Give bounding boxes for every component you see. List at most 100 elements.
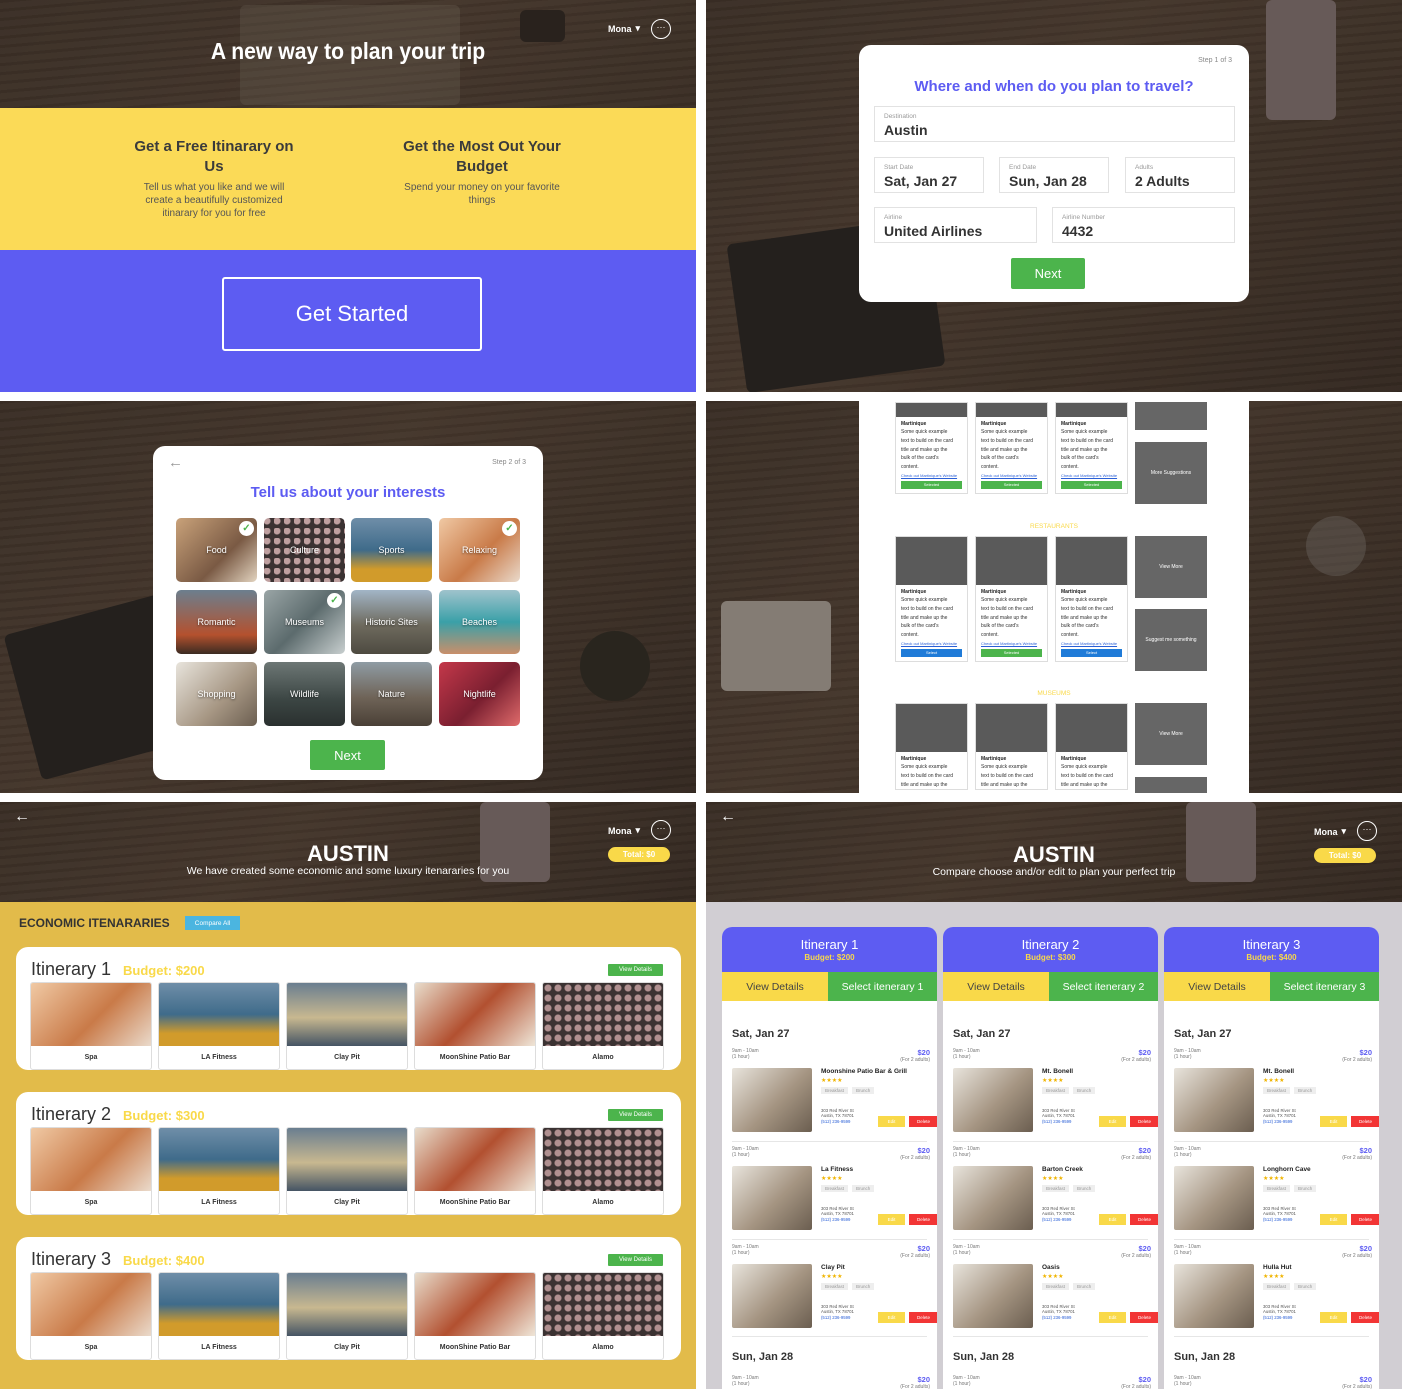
- delete-button[interactable]: Delete: [1351, 1312, 1379, 1323]
- delete-button[interactable]: Delete: [909, 1214, 937, 1225]
- delete-button[interactable]: Delete: [1130, 1312, 1158, 1323]
- tag: Brunch: [1294, 1283, 1317, 1290]
- place-card-clay-pit[interactable]: Clay Pit: [286, 1272, 408, 1360]
- view-details-button[interactable]: View Details: [1164, 972, 1270, 1001]
- selected-button[interactable]: Selected: [981, 480, 1042, 489]
- end-date-field[interactable]: End Date Sun, Jan 28: [999, 157, 1109, 193]
- adults-field[interactable]: Adults 2 Adults: [1125, 157, 1235, 193]
- check-icon: ✓: [239, 521, 254, 536]
- place-card-moonshine[interactable]: MoonShine Patio Bar: [414, 1127, 536, 1215]
- interest-tile-culture[interactable]: Culture: [264, 518, 345, 582]
- delete-button[interactable]: Delete: [1351, 1214, 1379, 1225]
- edit-button[interactable]: Edit: [1099, 1214, 1126, 1225]
- suggestion-website-link[interactable]: Check out Martinique's Website: [1056, 640, 1127, 647]
- chat-icon[interactable]: ···: [651, 820, 671, 840]
- delete-button[interactable]: Delete: [1130, 1116, 1158, 1127]
- interest-tile-sports[interactable]: Sports: [351, 518, 432, 582]
- suggest-me-something-button[interactable]: Suggest me something: [1135, 609, 1207, 671]
- view-more-button[interactable]: View More: [1135, 536, 1207, 598]
- selected-button[interactable]: Selected: [1061, 480, 1122, 489]
- edit-button[interactable]: Edit: [1099, 1116, 1126, 1127]
- user-menu[interactable]: Mona ▾: [608, 825, 640, 836]
- suggestion-card: Martinique Some quick example text to bui…: [895, 703, 968, 791]
- back-arrow-icon[interactable]: ←: [720, 808, 736, 826]
- interest-tile-shopping[interactable]: Shopping: [176, 662, 257, 726]
- airline-field[interactable]: Airline United Airlines: [874, 207, 1037, 243]
- interest-tile-museums[interactable]: Museums ✓: [264, 590, 345, 654]
- suggestion-website-link[interactable]: Check out Martinique's Website: [1056, 472, 1127, 479]
- view-more-button[interactable]: View More: [1135, 703, 1207, 765]
- field-value: 2 Adults: [1135, 173, 1190, 189]
- interest-tile-relaxing[interactable]: Relaxing ✓: [439, 518, 520, 582]
- edit-button[interactable]: Edit: [878, 1214, 905, 1225]
- start-date-field[interactable]: Start Date Sat, Jan 27: [874, 157, 984, 193]
- interest-tile-historic-sites[interactable]: Historic Sites: [351, 590, 432, 654]
- select-button[interactable]: Select: [1061, 648, 1122, 657]
- place-card-spa[interactable]: Spa: [30, 1272, 152, 1360]
- place-card-clay-pit[interactable]: Clay Pit: [286, 982, 408, 1070]
- place-card-moonshine[interactable]: MoonShine Patio Bar: [414, 1272, 536, 1360]
- suggestion-website-link[interactable]: Check out Martinique's Website: [976, 640, 1047, 647]
- place-card-la-fitness[interactable]: LA Fitness: [158, 1127, 280, 1215]
- user-menu[interactable]: Mona ▾: [1314, 826, 1346, 837]
- rating-stars: ★★★★: [1263, 1078, 1285, 1084]
- destination-field[interactable]: Destination Austin: [874, 106, 1235, 142]
- more-suggestions-button[interactable]: More Suggestions: [1135, 442, 1207, 504]
- suggestion-website-link[interactable]: Check out Martinique's Website: [896, 472, 967, 479]
- edit-button[interactable]: Edit: [1320, 1214, 1347, 1225]
- select-button[interactable]: Select: [901, 648, 962, 657]
- column-header: Itinerary 3 Budget: $400: [1164, 927, 1379, 972]
- view-details-button[interactable]: View Details: [943, 972, 1049, 1001]
- delete-button[interactable]: Delete: [909, 1312, 937, 1323]
- place-card-alamo[interactable]: Alamo: [542, 1127, 664, 1215]
- select-itinerary-button[interactable]: Select itenerary 2: [1049, 972, 1158, 1001]
- place-card-alamo[interactable]: Alamo: [542, 1272, 664, 1360]
- edit-button[interactable]: Edit: [1320, 1312, 1347, 1323]
- interest-tile-romantic[interactable]: Romantic: [176, 590, 257, 654]
- compare-all-button[interactable]: Compare All: [185, 916, 240, 930]
- back-arrow-icon[interactable]: ←: [14, 808, 30, 826]
- chat-icon[interactable]: ···: [1357, 821, 1377, 841]
- place-card-alamo[interactable]: Alamo: [542, 982, 664, 1070]
- back-arrow-icon[interactable]: ←: [168, 454, 183, 471]
- edit-button[interactable]: Edit: [878, 1116, 905, 1127]
- view-details-button[interactable]: View Details: [608, 1254, 663, 1266]
- delete-button[interactable]: Delete: [909, 1116, 937, 1127]
- interest-tile-wildlife[interactable]: Wildlife: [264, 662, 345, 726]
- place-card-la-fitness[interactable]: LA Fitness: [158, 982, 280, 1070]
- interest-tile-food[interactable]: Food ✓: [176, 518, 257, 582]
- edit-button[interactable]: Edit: [1099, 1312, 1126, 1323]
- edit-button[interactable]: Edit: [1320, 1116, 1347, 1127]
- next-button[interactable]: Next: [310, 740, 385, 770]
- select-itinerary-button[interactable]: Select itenerary 1: [828, 972, 937, 1001]
- interest-tile-nature[interactable]: Nature: [351, 662, 432, 726]
- view-details-button[interactable]: View Details: [722, 972, 828, 1001]
- next-button[interactable]: Next: [1011, 258, 1085, 289]
- select-itinerary-button[interactable]: Select itenerary 3: [1270, 972, 1379, 1001]
- airline-number-field[interactable]: Airline Number 4432: [1052, 207, 1235, 243]
- suggestion-website-link[interactable]: Check out Martinique's Website: [896, 640, 967, 647]
- place-name: MoonShine Patio Bar: [439, 1344, 511, 1351]
- interest-tile-beaches[interactable]: Beaches: [439, 590, 520, 654]
- place-card-spa[interactable]: Spa: [30, 982, 152, 1070]
- user-menu[interactable]: Mona ▾: [608, 23, 640, 34]
- price-note: (For 2 adults): [1342, 1155, 1372, 1161]
- delete-button[interactable]: Delete: [1351, 1116, 1379, 1127]
- column-actions: View Details Select itenerary 1: [722, 972, 937, 1001]
- selected-button[interactable]: Selected: [981, 648, 1042, 657]
- interest-tile-nightlife[interactable]: Nightlife: [439, 662, 520, 726]
- view-details-button[interactable]: View Details: [608, 1109, 663, 1121]
- itinerary-name: Itinerary 2: [31, 1104, 112, 1124]
- place-card-la-fitness[interactable]: LA Fitness: [158, 1272, 280, 1360]
- place-card-spa[interactable]: Spa: [30, 1127, 152, 1215]
- view-details-button[interactable]: View Details: [608, 964, 663, 976]
- place-card-moonshine[interactable]: MoonShine Patio Bar: [414, 982, 536, 1070]
- edit-button[interactable]: Edit: [878, 1312, 905, 1323]
- delete-button[interactable]: Delete: [1130, 1214, 1158, 1225]
- selected-button[interactable]: Selected: [901, 480, 962, 489]
- chat-icon[interactable]: ···: [651, 19, 671, 39]
- museums-section-label: MUSEUMS: [1037, 690, 1071, 697]
- place-card-clay-pit[interactable]: Clay Pit: [286, 1127, 408, 1215]
- get-started-button[interactable]: Get Started: [222, 277, 482, 351]
- suggestion-website-link[interactable]: Check out Martinique's Website: [976, 472, 1047, 479]
